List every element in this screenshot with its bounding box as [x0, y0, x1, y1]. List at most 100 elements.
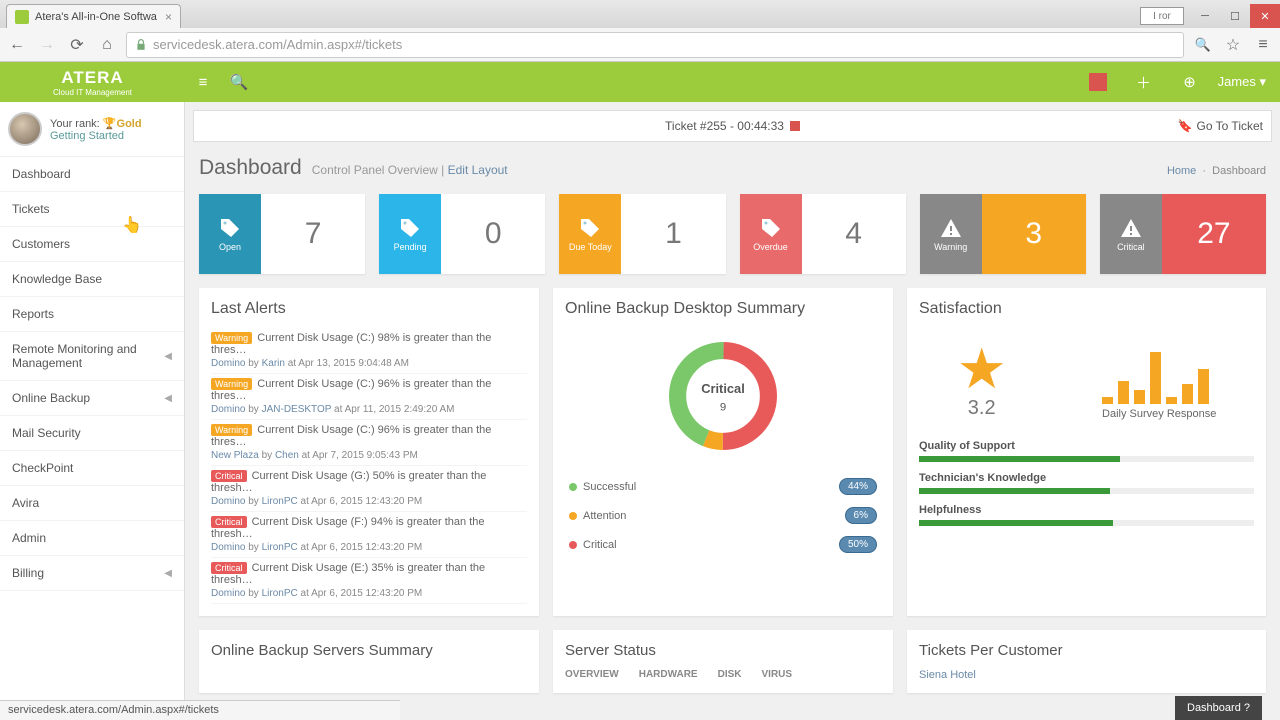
sidebar-item-dashboard[interactable]: Dashboard — [0, 157, 184, 192]
lang-indicator[interactable]: I ror — [1140, 7, 1184, 25]
tab-close-icon[interactable]: × — [165, 10, 172, 24]
tab-title: Atera's All-in-One Softwa — [35, 11, 157, 23]
stat-tile-due-today[interactable]: Due Today1 — [559, 194, 725, 274]
satisfaction-panel: Satisfaction ★ 3.2 Daily Survey Response… — [907, 288, 1266, 616]
metric-bar — [919, 456, 1254, 462]
chevron-left-icon: ◀ — [164, 351, 172, 362]
gift-icon[interactable] — [1084, 68, 1112, 96]
stat-tile-pending[interactable]: Pending0 — [379, 194, 545, 274]
survey-bars-chart — [1102, 332, 1216, 404]
sidebar-item-customers[interactable]: Customers — [0, 227, 184, 262]
profile-card[interactable]: Your rank: 🏆Gold Getting Started — [0, 102, 184, 157]
satisfaction-title: Satisfaction — [919, 300, 1254, 318]
reload-icon[interactable]: ⟳ — [66, 34, 88, 56]
sidebar-item-billing[interactable]: Billing◀ — [0, 556, 184, 591]
percent-pill: 44% — [839, 478, 877, 495]
goto-ticket-button[interactable]: 🔖 Go To Ticket — [1178, 119, 1263, 133]
record-icon — [790, 121, 800, 131]
back-icon[interactable]: ← — [6, 34, 28, 56]
server-tab-hardware[interactable]: HARDWARE — [639, 669, 698, 680]
breadcrumb-home[interactable]: Home — [1167, 165, 1196, 177]
metric-label: Helpfulness — [919, 504, 1254, 516]
tile-value: 0 — [441, 194, 545, 274]
server-status-panel: Server Status OVERVIEWHARDWAREDISKVIRUS — [553, 630, 893, 693]
search-small-icon[interactable]: 🔍 — [1192, 34, 1214, 56]
sidebar-item-remote-monitoring-and-management[interactable]: Remote Monitoring and Management◀ — [0, 332, 184, 381]
logo[interactable]: ATERA Cloud IT Management — [0, 62, 185, 102]
severity-badge: Critical — [211, 516, 247, 528]
alert-row[interactable]: Warning Current Disk Usage (C:) 96% is g… — [211, 420, 527, 466]
search-icon[interactable]: 🔍 — [225, 68, 253, 96]
tag-icon: Open — [199, 194, 261, 274]
server-tab-overview[interactable]: OVERVIEW — [565, 669, 619, 680]
lock-icon — [135, 39, 147, 51]
severity-badge: Critical — [211, 562, 247, 574]
window-close-icon[interactable]: ✕ — [1250, 4, 1280, 28]
alert-row[interactable]: Critical Current Disk Usage (F:) 94% is … — [211, 512, 527, 558]
svg-text:Critical: Critical — [701, 381, 745, 396]
tile-value: 7 — [261, 194, 365, 274]
metric-bar — [919, 488, 1254, 494]
add-icon[interactable]: ＋ — [1130, 68, 1158, 96]
bookmark-icon[interactable]: ☆ — [1222, 34, 1244, 56]
backup-legend-row: Critical50% — [565, 530, 881, 559]
tile-value: 3 — [982, 194, 1086, 274]
warning-icon: Critical — [1100, 194, 1162, 274]
edit-layout-link[interactable]: Edit Layout — [448, 163, 508, 177]
alerts-title: Last Alerts — [211, 300, 527, 318]
stat-tile-critical[interactable]: Critical27 — [1100, 194, 1266, 274]
app-header: ATERA Cloud IT Management ≡ 🔍 ＋ ⊕ James … — [0, 62, 1280, 102]
sidebar: Your rank: 🏆Gold Getting Started Dashboa… — [0, 102, 185, 720]
sidebar-item-tickets[interactable]: Tickets — [0, 192, 184, 227]
window-maximize-icon[interactable]: ☐ — [1220, 4, 1250, 28]
sidebar-item-online-backup[interactable]: Online Backup◀ — [0, 381, 184, 416]
metric-label: Technician's Knowledge — [919, 472, 1254, 484]
globe-icon[interactable]: ⊕ — [1176, 68, 1204, 96]
chevron-left-icon: ◀ — [164, 568, 172, 579]
window-minimize-icon[interactable]: ─ — [1190, 4, 1220, 28]
browser-tab[interactable]: Atera's All-in-One Softwa × — [6, 4, 181, 28]
home-icon[interactable]: ⌂ — [96, 34, 118, 56]
chevron-left-icon: ◀ — [164, 393, 172, 404]
metric-bar — [919, 520, 1254, 526]
stat-tile-warning[interactable]: Warning3 — [920, 194, 1086, 274]
sidebar-item-avira[interactable]: Avira — [0, 486, 184, 521]
rank-label: Your rank: — [50, 118, 100, 130]
stat-tile-open[interactable]: Open7 — [199, 194, 365, 274]
browser-status-bar: servicedesk.atera.com/Admin.aspx#/ticket… — [0, 700, 400, 720]
address-bar[interactable]: servicedesk.atera.com/Admin.aspx#/ticket… — [126, 32, 1184, 58]
severity-badge: Warning — [211, 424, 252, 436]
tickets-per-customer-panel: Tickets Per Customer Siena Hotel — [907, 630, 1266, 693]
legend-dot — [569, 541, 577, 549]
stat-tile-overdue[interactable]: Overdue4 — [740, 194, 906, 274]
server-tab-virus[interactable]: VIRUS — [762, 669, 793, 680]
backup-summary-panel: Online Backup Desktop Summary Critical 9… — [553, 288, 893, 616]
server-tab-disk[interactable]: DISK — [718, 669, 742, 680]
page-title: Dashboard — [199, 156, 302, 180]
forward-icon[interactable]: → — [36, 34, 58, 56]
sidebar-item-admin[interactable]: Admin — [0, 521, 184, 556]
browser-menu-icon[interactable]: ≡ — [1252, 34, 1274, 56]
alert-row[interactable]: Warning Current Disk Usage (C:) 98% is g… — [211, 328, 527, 374]
dashboard-help-button[interactable]: Dashboard ? — [1175, 696, 1262, 720]
customer-row[interactable]: Siena Hotel — [919, 669, 1254, 681]
tag-icon: Due Today — [559, 194, 621, 274]
donut-chart: Critical 9 — [663, 336, 783, 456]
severity-badge: Warning — [211, 332, 252, 344]
rank-value: Gold — [117, 118, 142, 130]
tile-value: 4 — [802, 194, 906, 274]
menu-toggle-icon[interactable]: ≡ — [189, 68, 217, 96]
sidebar-item-mail-security[interactable]: Mail Security — [0, 416, 184, 451]
tag-icon: Overdue — [740, 194, 802, 274]
main-content: Ticket #255 - 00:44:33 🔖 Go To Ticket Da… — [185, 102, 1280, 720]
alert-row[interactable]: Critical Current Disk Usage (E:) 35% is … — [211, 558, 527, 604]
sidebar-item-reports[interactable]: Reports — [0, 297, 184, 332]
alert-row[interactable]: Critical Current Disk Usage (G:) 50% is … — [211, 466, 527, 512]
sidebar-item-knowledge-base[interactable]: Knowledge Base — [0, 262, 184, 297]
user-menu[interactable]: James ▾ — [1218, 74, 1266, 90]
alert-row[interactable]: Warning Current Disk Usage (C:) 96% is g… — [211, 374, 527, 420]
page-subtitle: Control Panel Overview — [312, 163, 438, 177]
url-path: /Admin.aspx#/tickets — [283, 37, 402, 52]
sidebar-item-checkpoint[interactable]: CheckPoint — [0, 451, 184, 486]
getting-started-link[interactable]: Getting Started — [50, 130, 142, 142]
